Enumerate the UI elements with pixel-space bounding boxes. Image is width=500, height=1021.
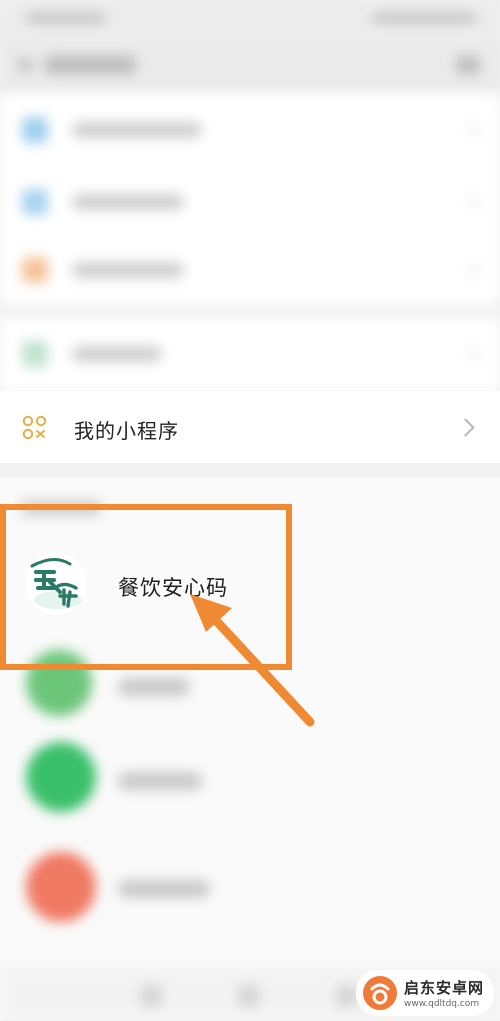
- list-item[interactable]: [0, 318, 500, 390]
- list-item[interactable]: [0, 166, 500, 238]
- app-name-placeholder: [118, 880, 210, 898]
- list-item-label: [72, 262, 184, 278]
- watermark-url: www.qdltdq.com: [404, 999, 480, 1009]
- chevron-right-icon: [461, 261, 479, 279]
- app-name-placeholder: [118, 678, 190, 696]
- app-avatar[interactable]: [26, 852, 96, 922]
- highlight-box: [0, 504, 292, 670]
- more-icon[interactable]: [456, 56, 480, 74]
- list-item-label: [72, 346, 162, 362]
- list-item-icon: [22, 189, 48, 215]
- settings-section-1: [0, 94, 500, 304]
- status-icons-placeholder: [372, 12, 476, 24]
- settings-section-2: [0, 318, 500, 392]
- list-item[interactable]: [0, 234, 500, 306]
- tab-icon[interactable]: [336, 985, 358, 1007]
- my-mini-programs-row[interactable]: 我的小程序: [0, 391, 500, 463]
- list-item[interactable]: [0, 94, 500, 166]
- app-name-placeholder: [118, 772, 202, 790]
- list-item-icon: [22, 257, 48, 283]
- tab-icon[interactable]: [140, 985, 162, 1007]
- chevron-right-icon: [456, 418, 475, 437]
- status-bar: [0, 0, 500, 36]
- back-icon[interactable]: [18, 58, 32, 72]
- watermark-logo-icon: [363, 976, 397, 1010]
- chevron-right-icon: [461, 345, 479, 363]
- my-mini-programs-label: 我的小程序: [74, 419, 179, 443]
- mini-program-icon: [22, 415, 47, 440]
- list-item-label: [72, 194, 184, 210]
- chevron-right-icon: [461, 193, 479, 211]
- app-avatar[interactable]: [26, 742, 96, 812]
- chevron-right-icon: [461, 121, 479, 139]
- page-title: [44, 56, 136, 74]
- list-item-label: [72, 122, 202, 138]
- watermark-title: 启东安卓网: [404, 979, 485, 997]
- status-time-placeholder: [26, 12, 106, 24]
- list-item-icon: [22, 117, 48, 143]
- watermark: 启东安卓网 www.qdltdq.com: [356, 970, 494, 1016]
- nav-header: [0, 36, 500, 94]
- tab-icon[interactable]: [238, 985, 260, 1007]
- list-item-icon: [22, 341, 48, 367]
